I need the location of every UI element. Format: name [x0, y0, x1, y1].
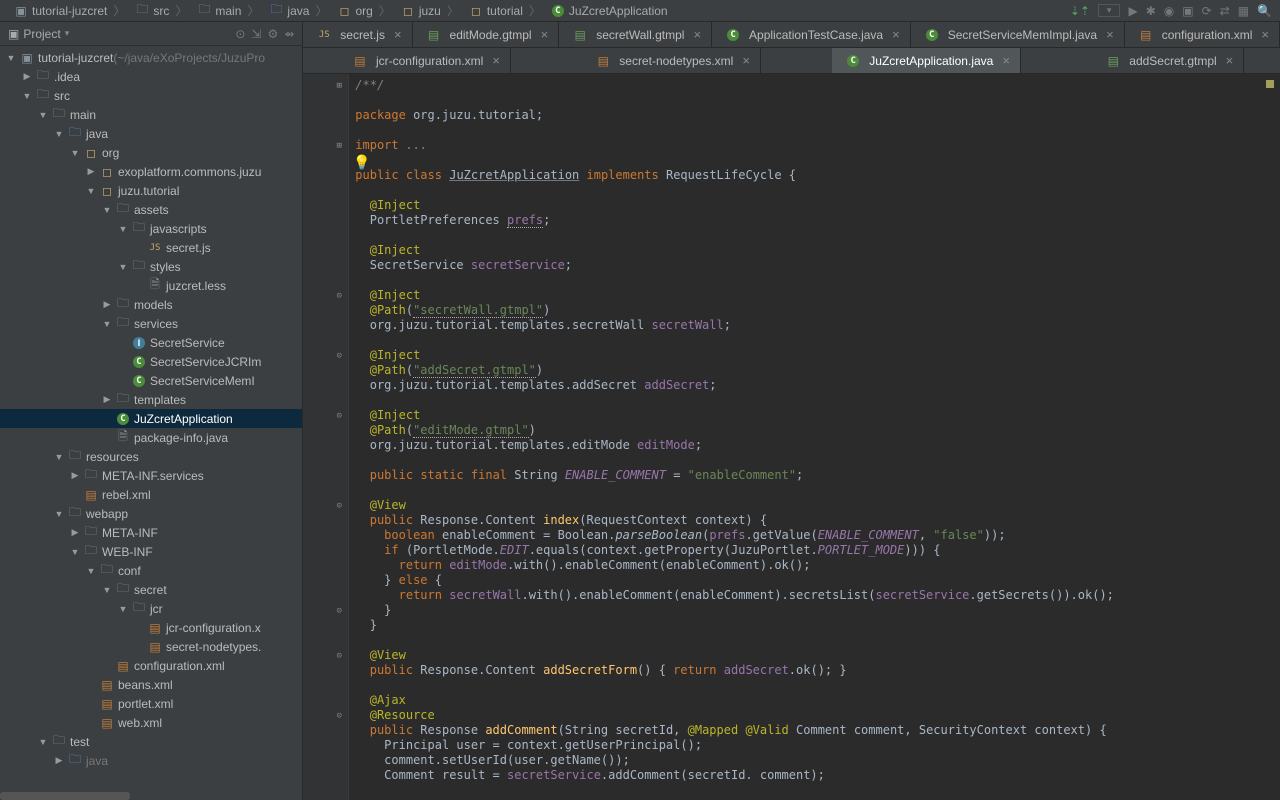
- collapse-icon[interactable]: ⇲: [251, 27, 261, 41]
- breadcrumb-item[interactable]: ▣tutorial-juzcret: [6, 4, 111, 18]
- editor-tabs-row-1: JSsecret.js×▤editMode.gtmpl×▤secretWall.…: [303, 22, 1280, 48]
- tree-node[interactable]: ▼🗀secret: [0, 580, 302, 599]
- intention-bulb-icon[interactable]: 💡: [353, 154, 370, 171]
- tree-node[interactable]: ▼◻juzu.tutorial: [0, 181, 302, 200]
- close-icon[interactable]: ×: [1226, 53, 1234, 68]
- breadcrumb-item[interactable]: CJuZcretApplication: [543, 4, 672, 18]
- editor-tab[interactable]: CSecretServiceMemImpl.java×: [911, 22, 1125, 47]
- tree-node[interactable]: ▤portlet.xml: [0, 694, 302, 713]
- tree-node[interactable]: ▼🗀javascripts: [0, 219, 302, 238]
- tree-node[interactable]: ▤rebel.xml: [0, 485, 302, 504]
- tree-node[interactable]: JSsecret.js: [0, 238, 302, 257]
- search-icon[interactable]: 🔍: [1257, 4, 1272, 18]
- tree-node[interactable]: ▼🗀java: [0, 124, 302, 143]
- project-tool-title: Project: [23, 27, 60, 41]
- scrollbar[interactable]: [0, 792, 130, 800]
- tree-node[interactable]: ▼🗀services: [0, 314, 302, 333]
- editor-tab[interactable]: ▤secret-nodetypes.xml×: [582, 48, 761, 73]
- editor-tab[interactable]: ▤jcr-configuration.xml×: [339, 48, 511, 73]
- stop-icon[interactable]: ▣: [1182, 4, 1193, 18]
- breadcrumb: ▣tutorial-juzcret〉🗀src〉🗀main〉🗀java〉◻org〉…: [0, 0, 1070, 21]
- editor-tab[interactable]: CJuZcretApplication.java×: [832, 48, 1021, 73]
- editor-tab[interactable]: ▤editMode.gtmpl×: [413, 22, 560, 47]
- settings-icon[interactable]: ⚙: [267, 27, 278, 41]
- close-icon[interactable]: ×: [394, 27, 402, 42]
- close-icon[interactable]: ×: [541, 27, 549, 42]
- breadcrumb-item[interactable]: ◻juzu: [393, 4, 445, 18]
- breadcrumb-item[interactable]: 🗀main: [189, 0, 245, 21]
- tree-node[interactable]: ▼🗀resources: [0, 447, 302, 466]
- tree-node[interactable]: ▶🗀.idea: [0, 67, 302, 86]
- locate-icon[interactable]: ⊙: [235, 27, 245, 41]
- editor-tabs-row-2: ▤jcr-configuration.xml× ▤secret-nodetypes…: [303, 48, 1280, 74]
- sync-icon[interactable]: ⟳: [1202, 4, 1212, 18]
- tree-node[interactable]: ▼◻org: [0, 143, 302, 162]
- close-icon[interactable]: ×: [1261, 27, 1269, 42]
- hide-icon[interactable]: ⇴: [284, 27, 294, 41]
- grid-icon[interactable]: ▦: [1238, 4, 1249, 18]
- tree-node[interactable]: ▼🗀assets: [0, 200, 302, 219]
- tree-node[interactable]: CJuZcretApplication: [0, 409, 302, 428]
- tree-node[interactable]: ▤jcr-configuration.x: [0, 618, 302, 637]
- run-icon[interactable]: ▶: [1128, 4, 1137, 18]
- tree-node[interactable]: ▼🗀test: [0, 732, 302, 751]
- close-icon[interactable]: ×: [1106, 27, 1114, 42]
- code-editor[interactable]: /**/ package org.juzu.tutorial; import .…: [349, 74, 1280, 800]
- tree-node[interactable]: ▤configuration.xml: [0, 656, 302, 675]
- tree-node[interactable]: ▼▣tutorial-juzcret (~/java/eXoProjects/J…: [0, 48, 302, 67]
- vcs-icon[interactable]: ⇄: [1220, 4, 1230, 18]
- tree-node[interactable]: ▶◻exoplatform.commons.juzu: [0, 162, 302, 181]
- toolbar-icons: ⇣⇡ ▾ ▶ ✱ ◉ ▣ ⟳ ⇄ ▦ 🔍: [1070, 4, 1280, 18]
- inspection-indicator[interactable]: [1266, 80, 1274, 88]
- breadcrumb-item[interactable]: 🗀java: [261, 0, 313, 21]
- editor-tab[interactable]: JSsecret.js×: [303, 22, 412, 47]
- tree-node[interactable]: ▶🗀META-INF: [0, 523, 302, 542]
- tree-node[interactable]: ▶🗀templates: [0, 390, 302, 409]
- tree-node[interactable]: ▼🗀main: [0, 105, 302, 124]
- tree-node[interactable]: 🗎juzcret.less: [0, 276, 302, 295]
- debug-icon[interactable]: ✱: [1146, 4, 1156, 18]
- tree-node[interactable]: CSecretServiceMemI: [0, 371, 302, 390]
- tree-node[interactable]: ▼🗀styles: [0, 257, 302, 276]
- tree-node[interactable]: ▼🗀webapp: [0, 504, 302, 523]
- project-tool-icon[interactable]: ▣: [8, 27, 19, 41]
- close-icon[interactable]: ×: [892, 27, 900, 42]
- tree-node[interactable]: 🗎package-info.java: [0, 428, 302, 447]
- tree-node[interactable]: ▶🗀java: [0, 751, 302, 770]
- close-icon[interactable]: ×: [693, 27, 701, 42]
- tree-node[interactable]: ▤beans.xml: [0, 675, 302, 694]
- close-icon[interactable]: ×: [1002, 53, 1010, 68]
- tree-node[interactable]: ▼🗀conf: [0, 561, 302, 580]
- tree-node[interactable]: ▶🗀META-INF.services: [0, 466, 302, 485]
- gutter: ⊞ ⊞ ⊝ ⊝: [303, 74, 349, 800]
- editor-tab[interactable]: ▤configuration.xml×: [1125, 22, 1280, 47]
- project-tree[interactable]: ▼▣tutorial-juzcret (~/java/eXoProjects/J…: [0, 46, 302, 790]
- breadcrumb-item[interactable]: 🗀src: [127, 0, 173, 21]
- tree-node[interactable]: CSecretServiceJCRIm: [0, 352, 302, 371]
- close-icon[interactable]: ×: [742, 53, 750, 68]
- tree-node[interactable]: ▼🗀src: [0, 86, 302, 105]
- tree-node[interactable]: ▼🗀WEB-INF: [0, 542, 302, 561]
- editor-tab[interactable]: CApplicationTestCase.java×: [712, 22, 911, 47]
- tree-node[interactable]: ▤web.xml: [0, 713, 302, 732]
- breadcrumb-item[interactable]: ◻org: [329, 4, 376, 18]
- editor-tab[interactable]: ▤addSecret.gtmpl×: [1092, 48, 1244, 73]
- make-icon[interactable]: ⇣⇡: [1070, 4, 1090, 18]
- tree-node[interactable]: ▶🗀models: [0, 295, 302, 314]
- tree-node[interactable]: ▼🗀jcr: [0, 599, 302, 618]
- tree-node[interactable]: ISecretService: [0, 333, 302, 352]
- dropdown-icon[interactable]: ▾: [1098, 4, 1121, 17]
- dropdown-icon[interactable]: ▾: [65, 28, 70, 39]
- tree-node[interactable]: ▤secret-nodetypes.: [0, 637, 302, 656]
- breadcrumb-item[interactable]: ◻tutorial: [461, 4, 527, 18]
- editor-tab[interactable]: ▤secretWall.gtmpl×: [559, 22, 712, 47]
- close-icon[interactable]: ×: [492, 53, 500, 68]
- coverage-icon[interactable]: ◉: [1164, 4, 1174, 18]
